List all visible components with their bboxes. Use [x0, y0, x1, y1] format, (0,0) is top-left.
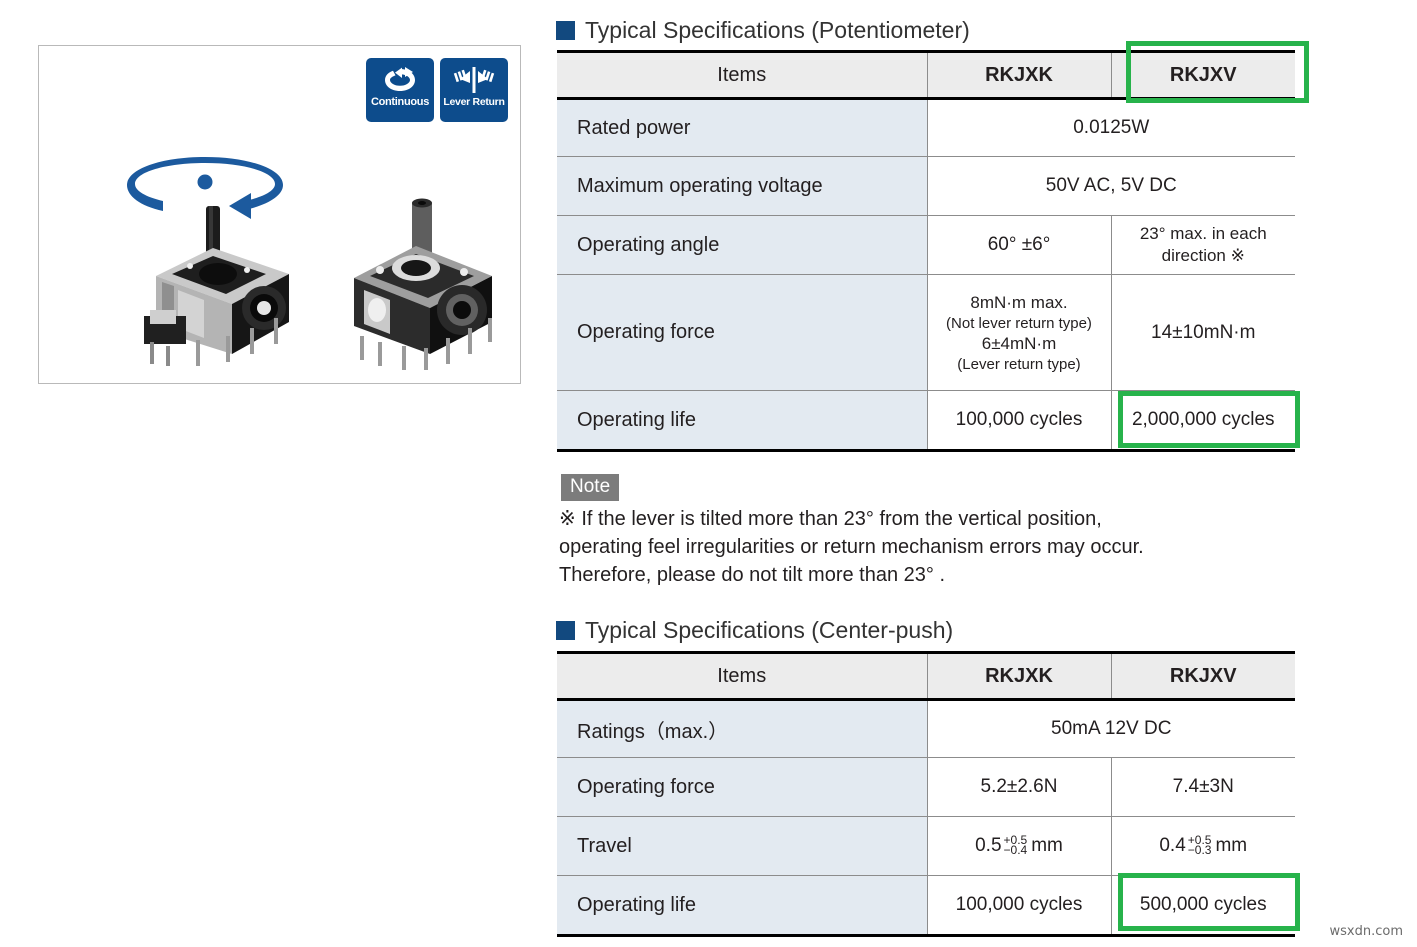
value-travel-rkjxv: 0.4 +0.5 −0.3 mm	[1110, 816, 1295, 876]
value-operating-life-rkjxk: 100,000 cycles	[926, 390, 1112, 452]
section-title-text: Typical Specifications (Potentiometer)	[585, 17, 970, 43]
table-header-row: Items RKJXK RKJXV	[557, 50, 1295, 100]
value-operating-angle-rkjxk: 60° ±6°	[926, 215, 1112, 275]
note-line-3: Therefore, please do not tilt more than …	[559, 564, 945, 586]
row-label-operating-life: Operating life	[557, 875, 928, 937]
joystick-photo-left	[144, 206, 289, 366]
note-tag: Note	[561, 474, 620, 501]
section-bullet-square-icon	[556, 21, 575, 40]
operating-angle-rkjxv-line2: direction ※	[1161, 246, 1245, 265]
lever-return-icon	[452, 63, 496, 96]
section-heading-potentiometer: Typical Specifications (Potentiometer)	[556, 17, 970, 44]
value-operating-force-rkjxv: 7.4±3N	[1110, 757, 1295, 817]
operating-force-rkjxk-line1: 8mN·m max.	[970, 292, 1068, 312]
row-label-travel: Travel	[557, 816, 928, 876]
watermark: wsxdn.com	[1329, 924, 1404, 939]
travel-rkjxv-minus: −0.3	[1187, 843, 1212, 857]
travel-rkjxv-unit: mm	[1215, 835, 1248, 856]
section-bullet-square-icon	[556, 621, 575, 640]
value-rated-power: 0.0125W	[926, 98, 1295, 157]
col-header-rkjxk: RKJXK	[926, 651, 1112, 701]
value-operating-life-rkjxv: 2,000,000 cycles	[1110, 390, 1295, 452]
table-row: Operating force 8mN·m max. (Not lever re…	[557, 274, 1295, 391]
row-label-operating-force: Operating force	[557, 757, 928, 817]
value-operating-force-rkjxv: 14±10mN·m	[1110, 274, 1295, 391]
badge-continuous: Continuous	[366, 58, 434, 122]
table-row: Ratings（max.） 50mA 12V DC	[557, 699, 1295, 758]
row-label-operating-life: Operating life	[557, 390, 928, 452]
value-max-voltage: 50V AC, 5V DC	[926, 156, 1295, 216]
section-title-text: Typical Specifications (Center-push)	[585, 617, 954, 643]
badge-lever-return: Lever Return	[440, 58, 508, 122]
row-label-max-voltage: Maximum operating voltage	[557, 156, 928, 216]
col-header-rkjxk: RKJXK	[926, 50, 1112, 100]
datasheet-page: Continuous Lever Return Typical Specific…	[0, 0, 1417, 947]
value-operating-life-rkjxk: 100,000 cycles	[926, 875, 1112, 937]
value-travel-rkjxk: 0.5 +0.5 −0.4 mm	[926, 816, 1112, 876]
value-operating-force-rkjxk: 8mN·m max. (Not lever return type) 6±4mN…	[926, 274, 1112, 391]
note-line-1: ※ If the lever is tilted more than 23° f…	[559, 508, 1102, 530]
feature-badges: Continuous Lever Return	[366, 58, 508, 122]
section-heading-center-push: Typical Specifications (Center-push)	[556, 617, 953, 644]
table-header-row: Items RKJXK RKJXV	[557, 651, 1295, 701]
travel-rkjxk-minus: −0.4	[1003, 843, 1028, 857]
operating-force-rkjxk-line4: (Lever return type)	[957, 355, 1081, 373]
travel-rkjxk-base: 0.5	[975, 835, 1002, 856]
potentiometer-spec-table: Items RKJXK RKJXV Rated power 0.0125W Ma…	[557, 50, 1295, 452]
table-row: Operating angle 60° ±6° 23° max. in each…	[557, 215, 1295, 275]
travel-rkjxk-unit: mm	[1031, 835, 1063, 856]
continuous-rotation-icon	[383, 63, 417, 96]
col-header-items: Items	[557, 651, 928, 701]
value-operating-force-rkjxk: 5.2±2.6N	[926, 757, 1112, 817]
note-text: ※ If the lever is tilted more than 23° f…	[559, 505, 1289, 589]
badge-continuous-label: Continuous	[370, 96, 430, 108]
table-row: Maximum operating voltage 50V AC, 5V DC	[557, 156, 1295, 216]
table-row: Travel 0.5 +0.5 −0.4 mm 0.4 +0.5 −0.3 mm	[557, 816, 1295, 876]
row-label-operating-angle: Operating angle	[557, 215, 928, 275]
row-label-operating-force: Operating force	[557, 274, 928, 391]
table-row: Operating life 100,000 cycles 2,000,000 …	[557, 390, 1295, 452]
product-image-panel: Continuous Lever Return	[38, 45, 521, 384]
row-label-rated-power: Rated power	[557, 98, 928, 157]
operating-angle-rkjxv-line1: 23° max. in each	[1139, 224, 1267, 243]
col-header-rkjxv: RKJXV	[1110, 50, 1295, 100]
row-label-ratings: Ratings（max.）	[557, 699, 928, 758]
badge-lever-return-label: Lever Return	[443, 96, 505, 108]
table-row: Rated power 0.0125W	[557, 98, 1295, 157]
value-ratings: 50mA 12V DC	[926, 699, 1295, 758]
operating-force-rkjxk-line3: 6±4mN·m	[981, 333, 1057, 353]
joystick-photo-right	[354, 198, 492, 370]
travel-rkjxv-base: 0.4	[1159, 835, 1186, 856]
col-header-rkjxv: RKJXV	[1110, 651, 1295, 701]
col-header-items: Items	[557, 50, 928, 100]
table-row: Operating life 100,000 cycles 500,000 cy…	[557, 875, 1295, 937]
value-operating-life-rkjxv: 500,000 cycles	[1110, 875, 1295, 937]
value-operating-angle-rkjxv: 23° max. in each direction ※	[1110, 215, 1295, 275]
note-line-2: operating feel irregularities or return …	[559, 536, 1144, 558]
operating-force-rkjxk-line2: (Not lever return type)	[946, 314, 1092, 332]
table-row: Operating force 5.2±2.6N 7.4±3N	[557, 757, 1295, 817]
center-push-spec-table: Items RKJXK RKJXV Ratings（max.） 50mA 12V…	[557, 651, 1295, 937]
